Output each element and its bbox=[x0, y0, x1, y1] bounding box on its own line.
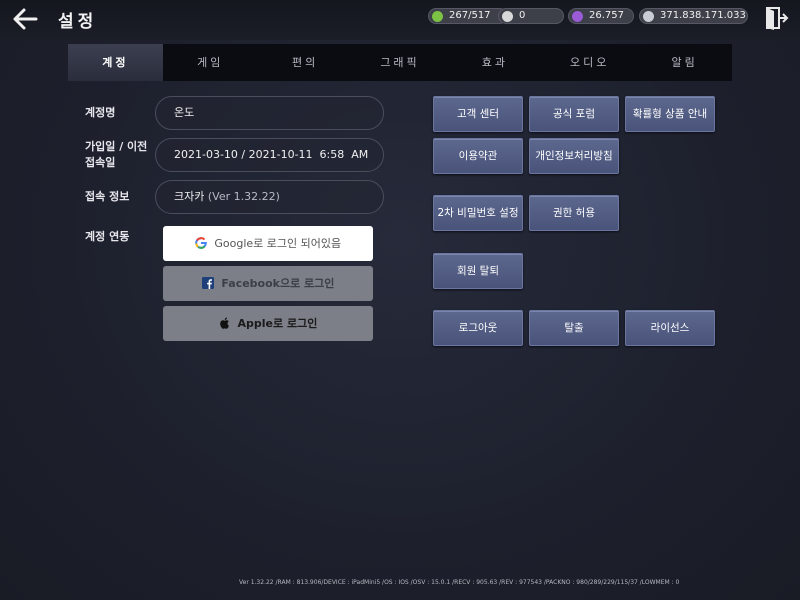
account-name-value: 온도 bbox=[174, 106, 195, 119]
currency-value: 26.757 bbox=[589, 10, 624, 21]
currency-stamina: 267/517 bbox=[428, 8, 508, 24]
second-password-button[interactable]: 2차 비밀번호 설정 bbox=[433, 195, 523, 231]
apple-login-label: Apple로 로그인 bbox=[237, 317, 318, 330]
tab-effects[interactable]: 효과 bbox=[447, 44, 542, 81]
join-date-label: 가입일 / 이전 접속일 bbox=[85, 139, 147, 171]
page-title: 설정 bbox=[58, 12, 98, 32]
license-button[interactable]: 라이선스 bbox=[625, 310, 715, 346]
account-name-field: 온도 bbox=[155, 96, 384, 130]
currency-value: 371.838.171.033 bbox=[660, 10, 746, 21]
tab-audio[interactable]: 오디오 bbox=[542, 44, 637, 81]
google-icon bbox=[195, 237, 207, 249]
google-login-label: Google로 로그인 되어있음 bbox=[214, 237, 342, 250]
google-login-button[interactable]: Google로 로그인 되어있음 bbox=[163, 226, 373, 261]
currency-value: 267/517 bbox=[449, 10, 491, 21]
logout-button[interactable]: 로그아웃 bbox=[433, 310, 523, 346]
terms-button[interactable]: 이용약관 bbox=[433, 138, 523, 174]
withdraw-button[interactable]: 회원 탈퇴 bbox=[433, 253, 523, 289]
permissions-button[interactable]: 권한 허용 bbox=[529, 195, 619, 231]
tab-notifications[interactable]: 알림 bbox=[637, 44, 732, 81]
server-name: 크자카 bbox=[174, 190, 205, 203]
tab-convenience[interactable]: 편의 bbox=[258, 44, 353, 81]
customer-center-button[interactable]: 고객 센터 bbox=[433, 96, 523, 132]
exit-door-icon[interactable] bbox=[765, 6, 789, 30]
currency-gem: 26.757 bbox=[568, 8, 634, 24]
currency-pearl: 0 bbox=[498, 8, 564, 24]
silver-coin-icon bbox=[643, 11, 654, 22]
pearl-icon bbox=[502, 11, 513, 22]
account-name-label: 계정명 bbox=[85, 106, 116, 119]
account-link-label: 계정 연동 bbox=[85, 230, 130, 243]
facebook-login-label: Facebook으로 로그인 bbox=[221, 277, 335, 290]
tab-graphics[interactable]: 그래픽 bbox=[353, 44, 448, 81]
top-bar: 설정 267/517 0 26.757 371.838.171.033 bbox=[0, 0, 800, 40]
join-date-field: 2021-03-10 / 2021-10-11 6:58 AM bbox=[155, 138, 384, 172]
green-orb-icon bbox=[432, 11, 443, 22]
server-info-field: 크자카 (Ver 1.32.22) bbox=[155, 180, 384, 214]
official-forum-button[interactable]: 공식 포럼 bbox=[529, 96, 619, 132]
facebook-icon bbox=[201, 277, 214, 289]
join-date-label-line2: 접속일 bbox=[85, 156, 116, 169]
debug-info: Ver 1.32.22 /RAM : 813.906/DEVICE : iPad… bbox=[239, 579, 680, 586]
server-info-label: 접속 정보 bbox=[85, 190, 130, 203]
probability-info-button[interactable]: 확률형 상품 안내 bbox=[625, 96, 715, 132]
settings-tabs: 계정 게임 편의 그래픽 효과 오디오 알림 bbox=[68, 44, 732, 81]
apple-login-button[interactable]: Apple로 로그인 bbox=[163, 306, 373, 341]
facebook-login-button[interactable]: Facebook으로 로그인 bbox=[163, 266, 373, 301]
tab-account[interactable]: 계정 bbox=[68, 44, 163, 81]
escape-button[interactable]: 탈출 bbox=[529, 310, 619, 346]
tab-game[interactable]: 게임 bbox=[163, 44, 258, 81]
join-date-label-line1: 가입일 / 이전 bbox=[85, 140, 148, 153]
purple-gem-icon bbox=[572, 11, 583, 22]
apple-icon bbox=[219, 317, 229, 329]
currency-value: 0 bbox=[519, 10, 526, 21]
currency-silver: 371.838.171.033 bbox=[639, 8, 748, 24]
privacy-policy-button[interactable]: 개인정보처리방침 bbox=[529, 138, 619, 174]
back-arrow-icon[interactable] bbox=[10, 6, 40, 32]
join-date-value: 2021-03-10 / 2021-10-11 6:58 AM bbox=[174, 148, 369, 161]
server-version: (Ver 1.32.22) bbox=[207, 190, 280, 203]
